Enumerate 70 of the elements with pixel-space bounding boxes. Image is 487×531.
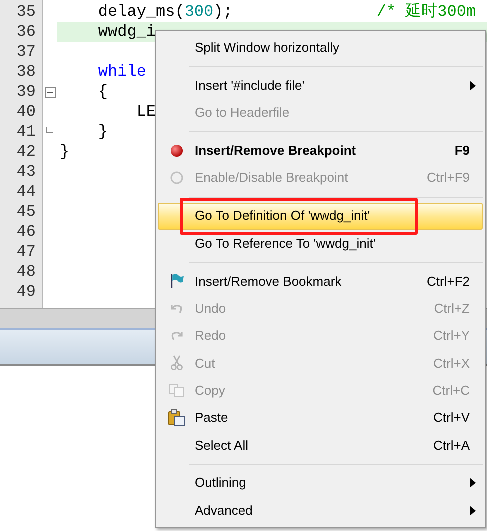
line-number: 41 xyxy=(16,122,36,142)
menu-label: Enable/Disable Breakpoint xyxy=(195,169,348,188)
menu-label: Go To Definition Of 'wwdg_init' xyxy=(195,207,370,226)
shortcut-text: Ctrl+F2 xyxy=(427,272,471,291)
code-text: { xyxy=(97,82,108,102)
line-number: 40 xyxy=(16,102,36,122)
number-text: 300 xyxy=(184,2,214,22)
line-number: 45 xyxy=(16,202,36,222)
code-text: ); xyxy=(214,2,234,22)
line-number: 37 xyxy=(16,42,36,62)
shortcut-text: Ctrl+C xyxy=(432,382,471,400)
menu-label: Go to Headerfile xyxy=(195,104,290,122)
submenu-arrow-icon xyxy=(470,506,476,516)
shortcut-text: Ctrl+X xyxy=(434,354,471,373)
submenu-arrow-icon xyxy=(470,80,476,91)
flag-icon xyxy=(169,273,185,290)
menu-item[interactable]: Paste Ctrl+V xyxy=(158,404,483,432)
line-number: 35 xyxy=(16,2,36,22)
redo-icon xyxy=(170,329,184,344)
code-text: wwdg_i xyxy=(97,22,156,42)
menu-label: Redo xyxy=(195,327,226,346)
line-number: 43 xyxy=(16,162,36,182)
menu-item[interactable]: Go To Reference To 'wwdg_init' xyxy=(158,230,483,258)
menu-label: Insert '#include file' xyxy=(195,76,305,95)
menu-item[interactable]: Advanced xyxy=(158,496,483,524)
line-number: 44 xyxy=(16,182,36,202)
menu-label: Insert/Remove Breakpoint xyxy=(195,142,356,160)
keyword-text: while xyxy=(97,62,146,82)
code-text: } xyxy=(97,122,108,142)
line-number: 48 xyxy=(16,262,36,282)
menu-item[interactable]: Insert/Remove Bookmark Ctrl+F2 xyxy=(158,268,483,296)
menu-label: Split Window horizontally xyxy=(195,38,340,57)
shortcut-text: Ctrl+A xyxy=(434,436,471,454)
menu-label: Advanced xyxy=(195,502,253,520)
line-number: 49 xyxy=(16,282,36,302)
menu-item[interactable]: Select All Ctrl+A xyxy=(158,432,483,459)
code-text: LE xyxy=(136,102,156,122)
code-text: delay_ms( xyxy=(97,2,185,22)
line-number: 38 xyxy=(16,62,36,82)
copy-icon xyxy=(169,384,185,398)
line-number: 47 xyxy=(16,242,36,262)
line-number: 42 xyxy=(16,142,36,162)
submenu-arrow-icon xyxy=(470,478,476,488)
menu-item[interactable]: Outlining xyxy=(158,470,483,497)
clipboard-icon xyxy=(168,408,186,427)
line-number: 46 xyxy=(16,222,36,242)
shortcut-text: Ctrl+Z xyxy=(434,300,471,318)
shortcut-text: F9 xyxy=(454,142,471,160)
breakpoint-ball-icon xyxy=(170,144,184,158)
scissors-icon xyxy=(170,355,184,372)
menu-label: Insert/Remove Bookmark xyxy=(195,272,342,291)
line-number: 39 xyxy=(16,82,36,102)
circle-icon xyxy=(170,171,184,186)
shortcut-text: Ctrl+V xyxy=(434,409,471,428)
shortcut-text: Ctrl+Y xyxy=(434,327,471,346)
collapse-icon[interactable] xyxy=(44,86,56,98)
menu-label: Go To Reference To 'wwdg_init' xyxy=(195,234,376,253)
menu-item[interactable]: Split Window horizontally xyxy=(158,34,483,62)
menu-item[interactable]: Insert '#include file' xyxy=(158,72,483,100)
menu-label: Outlining xyxy=(195,474,246,492)
comment-text: /* 延时300m xyxy=(376,2,476,22)
shortcut-text: Ctrl+F9 xyxy=(427,169,471,188)
menu-label: Select All xyxy=(195,436,248,454)
code-text: } xyxy=(60,142,70,162)
menu-label: Undo xyxy=(195,300,226,318)
menu-label: Paste xyxy=(195,409,228,428)
menu-item[interactable]: Insert/Remove Breakpoint F9 xyxy=(158,137,483,165)
menu-label: Cut xyxy=(195,354,216,373)
line-number: 36 xyxy=(16,22,36,42)
menu-label: Copy xyxy=(195,382,226,400)
